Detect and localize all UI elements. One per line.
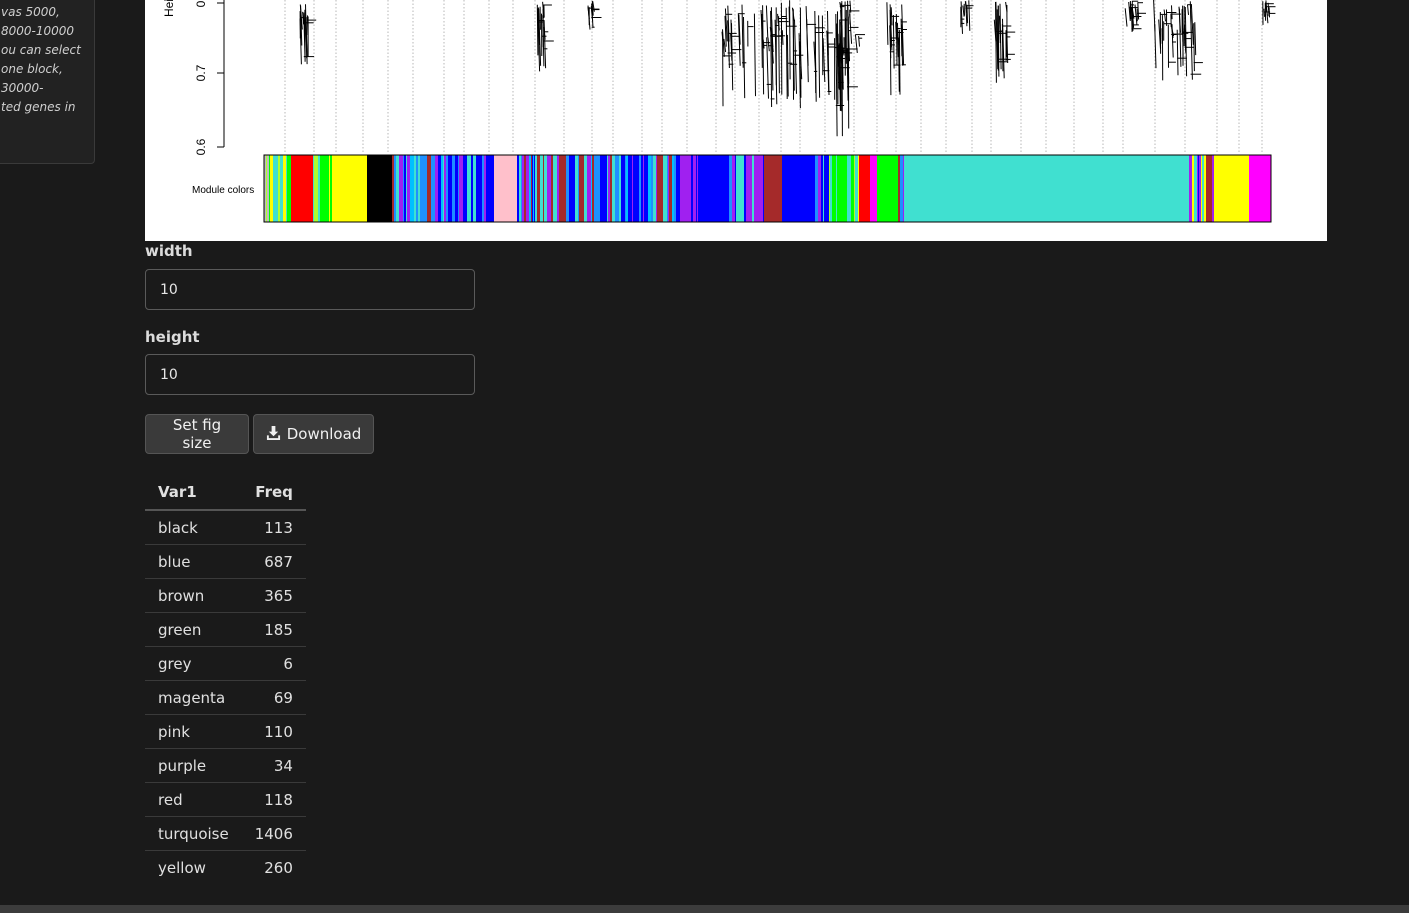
dendrogram-branches	[299, 0, 1276, 137]
cell-freq: 365	[241, 578, 306, 613]
download-label: Download	[286, 425, 362, 443]
help-text-line: 30000-	[1, 81, 44, 95]
cell-var1: magenta	[145, 680, 242, 715]
set-fig-size-label: Set fig size	[172, 416, 222, 452]
download-icon	[266, 425, 281, 444]
column-header-freq: Freq	[241, 475, 306, 511]
help-text-line: vas 5000,	[1, 5, 60, 19]
dendrogram-svg: 0.6 0.7 0 Hei Module colors	[162, 0, 1276, 223]
module-colors-band	[264, 155, 1271, 222]
table-row: black 113	[145, 510, 306, 545]
column-header-var1: Var1	[145, 475, 242, 511]
cell-freq: 113	[241, 510, 306, 545]
cell-var1: purple	[145, 748, 242, 783]
horizontal-scrollbar[interactable]	[0, 905, 1409, 913]
cell-var1: yellow	[158, 858, 206, 877]
table-row: turquoise 1406	[145, 816, 306, 851]
help-text-line: 8000-10000	[1, 24, 75, 38]
table-row: yellow 260	[145, 851, 306, 885]
y-tick-label: 0.7	[194, 64, 208, 81]
cell-freq: 69	[241, 680, 306, 715]
cell-freq: 260	[264, 858, 293, 877]
sidebar-help-panel: vas 5000, 8000-10000 ou can select one b…	[0, 0, 95, 164]
dendrogram-guides	[284, 0, 1263, 152]
cell-var1: red	[145, 782, 242, 817]
height-label: height	[145, 328, 200, 346]
y-tick-label: 0.6	[194, 138, 208, 155]
cell-freq: 118	[241, 782, 306, 817]
table-row: red 118	[145, 782, 306, 817]
cell-freq: 6	[241, 646, 306, 681]
dendrogram-plot: 0.6 0.7 0 Hei Module colors	[145, 0, 1327, 241]
download-button[interactable]: Download	[253, 414, 374, 454]
width-input[interactable]	[145, 269, 475, 310]
table-row: magenta 69	[145, 680, 306, 715]
help-text-line: ted genes in	[1, 100, 76, 114]
cell-var1: blue	[145, 544, 242, 579]
cell-var1: black	[145, 510, 242, 545]
cell-freq: 110	[241, 714, 306, 749]
cell-freq: 185	[241, 612, 306, 647]
table-row: grey 6	[145, 646, 306, 681]
cell-var1: brown	[145, 578, 242, 613]
module-colors-label: Module colors	[192, 185, 254, 196]
table-row: blue 687	[145, 544, 306, 579]
cell-var1: grey	[145, 646, 242, 681]
cell-var1: turquoise	[145, 816, 242, 851]
table-row: purple 34	[145, 748, 306, 783]
y-axis-label: Hei	[162, 0, 176, 17]
module-frequency-table: Var1 Freq black 113 blue 687 brown 365 gree…	[145, 475, 306, 884]
help-text-line: one block,	[1, 62, 63, 76]
cell-var1: pink	[145, 714, 242, 749]
height-input[interactable]	[145, 354, 475, 395]
help-text-line: ou can select	[1, 43, 81, 57]
cell-freq: 687	[241, 544, 306, 579]
width-label: width	[145, 242, 193, 260]
table-row: green 185	[145, 612, 306, 647]
cell-var1: green	[145, 612, 242, 647]
cell-freq: 34	[241, 748, 306, 783]
y-tick-label: 0	[194, 0, 208, 7]
set-fig-size-button[interactable]: Set fig size	[145, 414, 249, 454]
table-header-row: Var1 Freq	[145, 475, 306, 511]
table-row: brown 365	[145, 578, 306, 613]
table-row: pink 110	[145, 714, 306, 749]
cell-freq: 1406	[241, 816, 306, 851]
